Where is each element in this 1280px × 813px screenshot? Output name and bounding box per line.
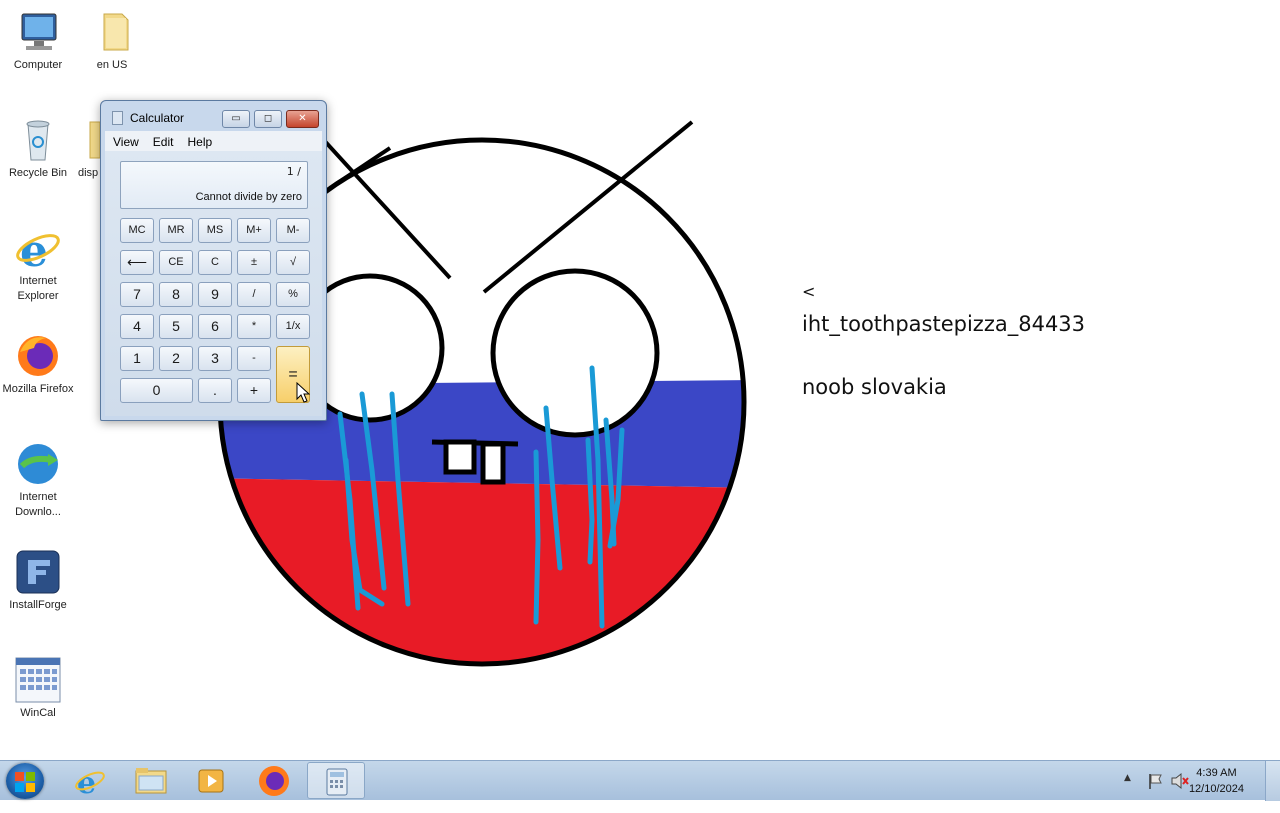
calculator-app-icon xyxy=(112,111,123,125)
flag-red-stripe xyxy=(220,478,744,664)
desktop-icon-installforge[interactable]: InstallForge xyxy=(0,548,76,613)
digit-5-button[interactable]: 5 xyxy=(159,314,193,339)
digit-3-button[interactable]: 3 xyxy=(198,346,232,371)
window-title: Calculator xyxy=(130,111,185,125)
minimize-button[interactable]: ▭ xyxy=(222,110,250,128)
desktop-icon-internet-explorer[interactable]: e Internet Explorer xyxy=(0,224,76,304)
show-hidden-icons-button[interactable]: ▲ xyxy=(1124,773,1138,813)
memory-store-button[interactable]: MS xyxy=(198,218,232,243)
calculator-body: 1 / Cannot divide by zero MC MR MS M+ M-… xyxy=(105,151,322,416)
calculator-window[interactable]: Calculator ▭ ◻ ✕ View Edit Help 1 / Cannot… xyxy=(100,100,327,421)
computer-icon xyxy=(14,8,62,56)
digit-1-button[interactable]: 1 xyxy=(120,346,154,371)
menu-edit[interactable]: Edit xyxy=(145,133,180,149)
close-button[interactable]: ✕ xyxy=(286,110,319,128)
memory-clear-button[interactable]: MC xyxy=(120,218,154,243)
desktop-icon-en-us[interactable]: en US xyxy=(74,8,150,73)
wallpaper-text-username: iht_toothpastepizza_84433 xyxy=(802,312,1086,336)
menu-bar: View Edit Help xyxy=(105,131,322,151)
display-expression: 1 / xyxy=(286,165,301,178)
menu-help[interactable]: Help xyxy=(179,133,218,149)
wincal-icon xyxy=(14,656,62,704)
wallpaper-text-bracket: < xyxy=(802,282,816,301)
desktop-icon-recycle-bin[interactable]: Recycle Bin xyxy=(0,116,76,181)
multiply-button[interactable]: * xyxy=(237,314,271,339)
calculator-display: 1 / Cannot divide by zero xyxy=(120,161,308,209)
action-center-flag-icon[interactable] xyxy=(1146,772,1164,790)
taskbar: e ▲ 4:39 AM 12/10/2024 xyxy=(0,760,1280,801)
memory-add-button[interactable]: M+ xyxy=(237,218,271,243)
subtract-button[interactable]: - xyxy=(237,346,271,371)
digit-6-button[interactable]: 6 xyxy=(198,314,232,339)
clear-entry-button[interactable]: CE xyxy=(159,250,193,275)
digit-9-button[interactable]: 9 xyxy=(198,282,232,307)
clock[interactable]: 4:39 AM 12/10/2024 xyxy=(1189,765,1244,797)
percent-button[interactable]: % xyxy=(276,282,310,307)
clear-button[interactable]: C xyxy=(198,250,232,275)
folder-icon xyxy=(74,116,100,164)
reciprocal-button[interactable]: 1/x xyxy=(276,314,310,339)
digit-0-button[interactable]: 0 xyxy=(120,378,193,403)
windows-logo-icon xyxy=(15,772,35,792)
add-button[interactable]: + xyxy=(237,378,271,403)
digit-7-button[interactable]: 7 xyxy=(120,282,154,307)
internet-explorer-icon: e xyxy=(14,224,62,277)
firefox-icon xyxy=(14,332,62,380)
memory-recall-button[interactable]: MR xyxy=(159,218,193,243)
desktop-icon-label: en US xyxy=(96,59,128,71)
divide-button[interactable]: / xyxy=(237,282,271,307)
taskbar-media-player[interactable] xyxy=(183,762,241,799)
file-explorer-icon xyxy=(135,768,167,794)
clock-date: 12/10/2024 xyxy=(1188,783,1244,795)
menu-view[interactable]: View xyxy=(105,133,145,149)
backspace-button[interactable]: ⟵ xyxy=(120,250,154,275)
taskbar-file-explorer[interactable] xyxy=(122,762,180,799)
desktop-icon-label: Internet Explorer xyxy=(17,275,59,302)
memory-subtract-button[interactable]: M- xyxy=(276,218,310,243)
desktop-icon-label: Recycle Bin xyxy=(8,167,68,179)
show-desktop-button[interactable] xyxy=(1265,761,1280,801)
installforge-icon xyxy=(14,548,62,596)
square-root-button[interactable]: √ xyxy=(276,250,310,275)
desktop-icon-label: disp xyxy=(78,167,99,179)
desktop-icon-computer[interactable]: Computer xyxy=(0,8,76,73)
negate-button[interactable]: ± xyxy=(237,250,271,275)
start-button[interactable] xyxy=(6,763,44,799)
svg-text:e: e xyxy=(77,766,96,799)
desktop-icon-label: Computer xyxy=(13,59,63,71)
internet-download-manager-icon xyxy=(14,440,62,488)
taskbar-calculator[interactable] xyxy=(307,762,365,799)
desktop-icon-label: Mozilla Firefox xyxy=(2,383,74,395)
mouse-cursor-icon xyxy=(296,382,310,403)
taskbar-firefox[interactable] xyxy=(244,762,302,799)
desktop-icon-firefox[interactable]: Mozilla Firefox xyxy=(0,332,76,397)
desktop-icon-label: Internet Downlo... xyxy=(15,491,61,518)
desktop-icon-label: InstallForge xyxy=(9,599,67,611)
firefox-icon xyxy=(259,766,289,796)
display-value: Cannot divide by zero xyxy=(195,191,302,203)
desktop-icon-internet-download-manager[interactable]: Internet Downlo... xyxy=(0,440,76,520)
recycle-bin-icon xyxy=(14,116,62,164)
calculator-titlebar[interactable]: Calculator ▭ ◻ ✕ xyxy=(101,101,326,129)
desktop-icon-disp[interactable]: disp xyxy=(74,116,100,181)
folder-icon xyxy=(88,8,136,56)
digit-2-button[interactable]: 2 xyxy=(159,346,193,371)
digit-8-button[interactable]: 8 xyxy=(159,282,193,307)
decimal-button[interactable]: . xyxy=(198,378,232,403)
wallpaper-text-caption: noob slovakia xyxy=(802,375,947,399)
digit-4-button[interactable]: 4 xyxy=(120,314,154,339)
eye-right xyxy=(490,268,660,438)
clock-time: 4:39 AM xyxy=(1196,767,1237,779)
desktop-icon-wincal[interactable]: WinCal xyxy=(0,656,76,721)
taskbar-internet-explorer[interactable]: e xyxy=(61,762,119,801)
desktop-icon-label: WinCal xyxy=(20,707,56,719)
media-player-icon xyxy=(198,769,224,793)
volume-muted-icon[interactable] xyxy=(1170,772,1190,790)
restore-button[interactable]: ◻ xyxy=(254,110,282,128)
calculator-icon xyxy=(326,768,348,796)
internet-explorer-icon: e xyxy=(75,766,105,801)
svg-text:e: e xyxy=(20,226,48,272)
